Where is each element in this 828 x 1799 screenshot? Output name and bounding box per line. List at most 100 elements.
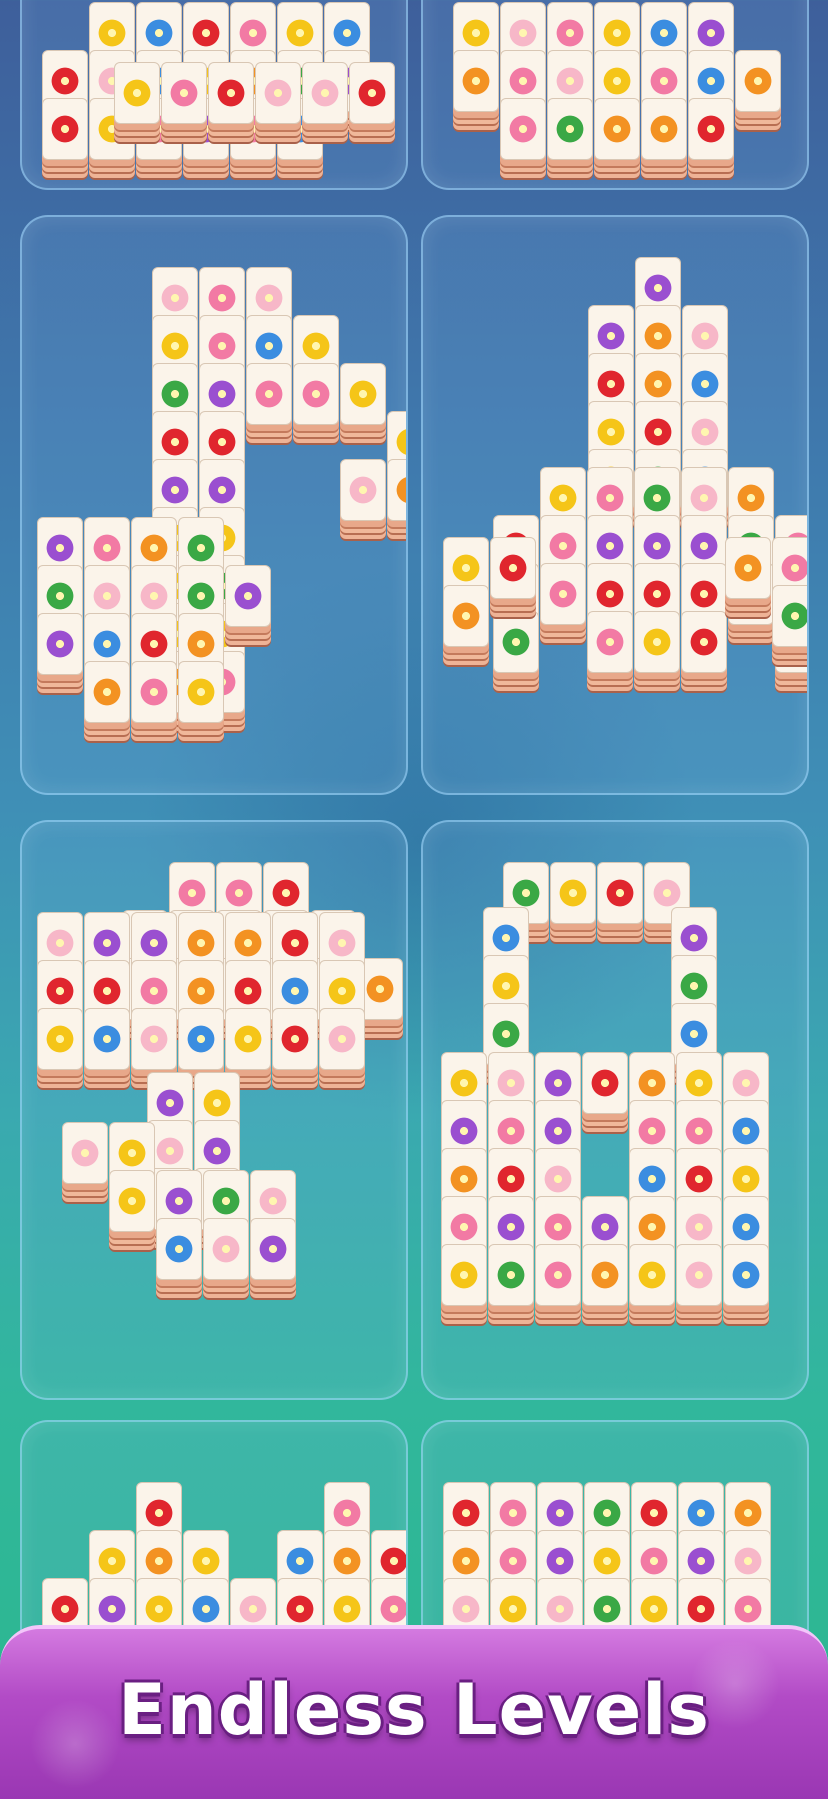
flower-icon — [155, 1088, 185, 1118]
flower-icon — [652, 878, 682, 908]
flower-icon — [501, 627, 531, 657]
flower-icon — [731, 1068, 761, 1098]
flower-tile[interactable] — [634, 611, 680, 673]
flower-icon — [207, 475, 237, 505]
flower-tile[interactable] — [723, 1244, 769, 1306]
flower-icon — [92, 629, 122, 659]
flower-tile[interactable] — [441, 1244, 487, 1306]
flower-icon — [511, 878, 541, 908]
flower-tile[interactable] — [540, 563, 586, 625]
flower-icon — [45, 976, 75, 1006]
flower-tile[interactable] — [535, 1244, 581, 1306]
flower-icon — [642, 531, 672, 561]
flower-tile[interactable] — [550, 862, 596, 924]
flower-icon — [285, 18, 315, 48]
flower-tile[interactable] — [597, 862, 643, 924]
flower-icon — [642, 627, 672, 657]
flower-tile[interactable] — [641, 98, 687, 160]
flower-tile[interactable] — [582, 1244, 628, 1306]
flower-tile[interactable] — [349, 62, 395, 124]
flower-icon — [160, 427, 190, 457]
flower-tile[interactable] — [681, 611, 727, 673]
flower-tile[interactable] — [208, 62, 254, 124]
flower-icon — [649, 18, 679, 48]
flower-icon — [461, 18, 491, 48]
level-card-3[interactable] — [20, 215, 408, 795]
flower-tile[interactable] — [500, 98, 546, 160]
flower-icon — [92, 1024, 122, 1054]
flower-tile[interactable] — [178, 1008, 224, 1070]
flower-icon — [379, 1594, 406, 1624]
flower-tile[interactable] — [255, 62, 301, 124]
flower-tile[interactable] — [594, 98, 640, 160]
flower-tile[interactable] — [493, 611, 539, 673]
flower-icon — [271, 878, 301, 908]
flower-icon — [207, 427, 237, 457]
flower-tile[interactable] — [772, 585, 807, 647]
flower-icon — [508, 18, 538, 48]
flower-icon — [160, 379, 190, 409]
flower-tile[interactable] — [246, 363, 292, 425]
flower-tile[interactable] — [387, 459, 406, 521]
flower-icon — [191, 18, 221, 48]
flower-icon — [595, 627, 625, 657]
level-card-4[interactable] — [421, 215, 809, 795]
level-card-6[interactable] — [421, 820, 809, 1400]
flower-icon — [731, 1260, 761, 1290]
flower-tile[interactable] — [37, 1008, 83, 1070]
flower-icon — [50, 114, 80, 144]
flower-tile[interactable] — [42, 98, 88, 160]
flower-tile[interactable] — [293, 363, 339, 425]
flower-icon — [92, 677, 122, 707]
flower-icon — [508, 114, 538, 144]
flower-icon — [348, 379, 378, 409]
flower-tile[interactable] — [676, 1244, 722, 1306]
flower-icon — [733, 1594, 763, 1624]
flower-tile[interactable] — [735, 50, 781, 112]
flower-icon — [207, 331, 237, 361]
level-card-2[interactable] — [421, 0, 809, 190]
flower-tile[interactable] — [250, 1218, 296, 1280]
flower-tile[interactable] — [225, 565, 271, 627]
level-card-1[interactable] — [20, 0, 408, 190]
flower-tile[interactable] — [547, 98, 593, 160]
flower-tile[interactable] — [84, 1008, 130, 1070]
flower-tile[interactable] — [488, 1244, 534, 1306]
flower-icon — [216, 78, 246, 108]
flower-icon — [461, 66, 491, 96]
flower-icon — [451, 601, 481, 631]
flower-icon — [451, 1546, 481, 1576]
flower-icon — [639, 1498, 669, 1528]
flower-tile[interactable] — [582, 1052, 628, 1114]
flower-tile[interactable] — [203, 1218, 249, 1280]
flower-tile[interactable] — [490, 537, 536, 599]
flower-icon — [689, 531, 719, 561]
flower-tile[interactable] — [109, 1170, 155, 1232]
flower-tile[interactable] — [62, 1122, 108, 1184]
flower-tile[interactable] — [131, 1008, 177, 1070]
flower-tile[interactable] — [37, 613, 83, 675]
flower-icon — [596, 417, 626, 447]
flower-tile[interactable] — [225, 1008, 271, 1070]
flower-tile[interactable] — [688, 98, 734, 160]
flower-tile[interactable] — [272, 1008, 318, 1070]
flower-tile[interactable] — [131, 661, 177, 723]
flower-tile[interactable] — [178, 661, 224, 723]
flower-tile[interactable] — [587, 611, 633, 673]
flower-tile[interactable] — [156, 1218, 202, 1280]
flower-tile[interactable] — [114, 62, 160, 124]
flower-icon — [596, 321, 626, 351]
flower-tile[interactable] — [629, 1244, 675, 1306]
flower-tile[interactable] — [340, 459, 386, 521]
flower-tile[interactable] — [340, 363, 386, 425]
flower-tile[interactable] — [453, 50, 499, 112]
flower-tile[interactable] — [302, 62, 348, 124]
level-card-5[interactable] — [20, 820, 408, 1400]
flower-icon — [639, 1546, 669, 1576]
flower-tile[interactable] — [443, 585, 489, 647]
flower-tile[interactable] — [84, 661, 130, 723]
flower-tile[interactable] — [319, 1008, 365, 1070]
flower-tile[interactable] — [161, 62, 207, 124]
flower-tile[interactable] — [725, 537, 771, 599]
flower-icon — [592, 1498, 622, 1528]
